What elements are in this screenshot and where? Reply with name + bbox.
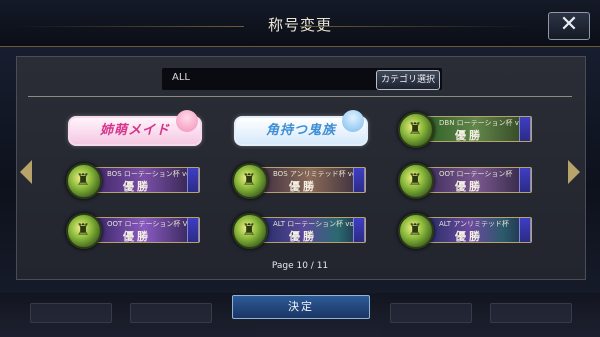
title-item-text: 角持つ鬼族	[265, 123, 336, 138]
dialog-header: 称号変更 ✕	[0, 0, 600, 47]
trophy-emblem-icon	[398, 112, 434, 148]
trophy-emblem-icon	[66, 163, 102, 199]
header-ornament-right	[300, 26, 530, 27]
title-item-text: 姉萌メイド	[99, 123, 170, 138]
flag-icon	[353, 218, 365, 242]
title-plate: ALT ローテーション杯 vol.2 優勝	[254, 217, 366, 243]
title-plate: ALT アンリミテッド杯 優勝	[420, 217, 532, 243]
dialog-title: 称号変更	[267, 16, 332, 34]
flag-icon	[519, 168, 531, 192]
flag-icon	[187, 168, 199, 192]
title-item[interactable]: BOS ローテーション杯 vol.3 優勝	[66, 163, 200, 199]
title-plate-subtitle: DBN ローテーション杯 vol.2	[439, 119, 532, 127]
flag-icon	[519, 117, 531, 141]
trophy-emblem-icon	[66, 213, 102, 249]
title-plate-main: 優勝	[455, 230, 483, 243]
title-plate-subtitle: BOS アンリミテッド杯 vol.2	[273, 170, 365, 178]
title-plate-subtitle: BOS ローテーション杯 vol.3	[107, 170, 199, 178]
title-plate-main: 優勝	[289, 230, 317, 243]
title-plate-main: 優勝	[455, 129, 483, 142]
title-item[interactable]: BOS アンリミテッド杯 vol.2 優勝	[232, 163, 366, 199]
trophy-emblem-icon	[232, 213, 268, 249]
title-plate-subtitle: OOT ローテーション杯 Vol.3	[107, 220, 200, 228]
title-plate: DBN ローテーション杯 vol.2 優勝	[420, 116, 532, 142]
character-icon	[342, 110, 364, 132]
flag-icon	[353, 168, 365, 192]
flag-icon	[519, 218, 531, 242]
title-change-dialog: 称号変更 ✕ ALL カテゴリ選択 姉萌メイド 角持つ鬼族 DBN ローテーショ…	[0, 0, 600, 337]
character-icon	[176, 110, 198, 132]
filter-value: ALL	[172, 72, 190, 83]
title-plate-main: 優勝	[123, 180, 151, 193]
trophy-emblem-icon	[398, 163, 434, 199]
prev-page-arrow-icon[interactable]	[20, 160, 32, 184]
page-indicator: Page 10 / 11	[271, 261, 329, 271]
filter-bar: ALL カテゴリ選択	[162, 68, 442, 90]
close-button[interactable]: ✕	[548, 12, 590, 40]
category-select-button[interactable]: カテゴリ選択	[376, 70, 440, 90]
title-item[interactable]: OOT ローテーション杯 優勝	[398, 163, 532, 199]
title-plate-main: 優勝	[123, 230, 151, 243]
title-plate: BOS ローテーション杯 vol.3 優勝	[88, 167, 200, 193]
title-plate-main: 優勝	[289, 180, 317, 193]
divider	[28, 96, 572, 97]
confirm-button[interactable]: 決定	[232, 295, 370, 319]
flag-icon	[187, 218, 199, 242]
title-item[interactable]: DBN ローテーション杯 vol.2 優勝	[398, 112, 532, 148]
title-plate: OOT ローテーション杯 優勝	[420, 167, 532, 193]
title-item[interactable]: ALT アンリミテッド杯 優勝	[398, 213, 532, 249]
next-page-arrow-icon[interactable]	[568, 160, 580, 184]
trophy-emblem-icon	[398, 213, 434, 249]
title-plate: BOS アンリミテッド杯 vol.2 優勝	[254, 167, 366, 193]
trophy-emblem-icon	[232, 163, 268, 199]
title-plate-subtitle: ALT ローテーション杯 vol.2	[273, 220, 363, 228]
title-item[interactable]: ALT ローテーション杯 vol.2 優勝	[232, 213, 366, 249]
title-item[interactable]: OOT ローテーション杯 Vol.3 優勝	[66, 213, 200, 249]
title-plate-main: 優勝	[455, 180, 483, 193]
title-plate: OOT ローテーション杯 Vol.3 優勝	[88, 217, 200, 243]
